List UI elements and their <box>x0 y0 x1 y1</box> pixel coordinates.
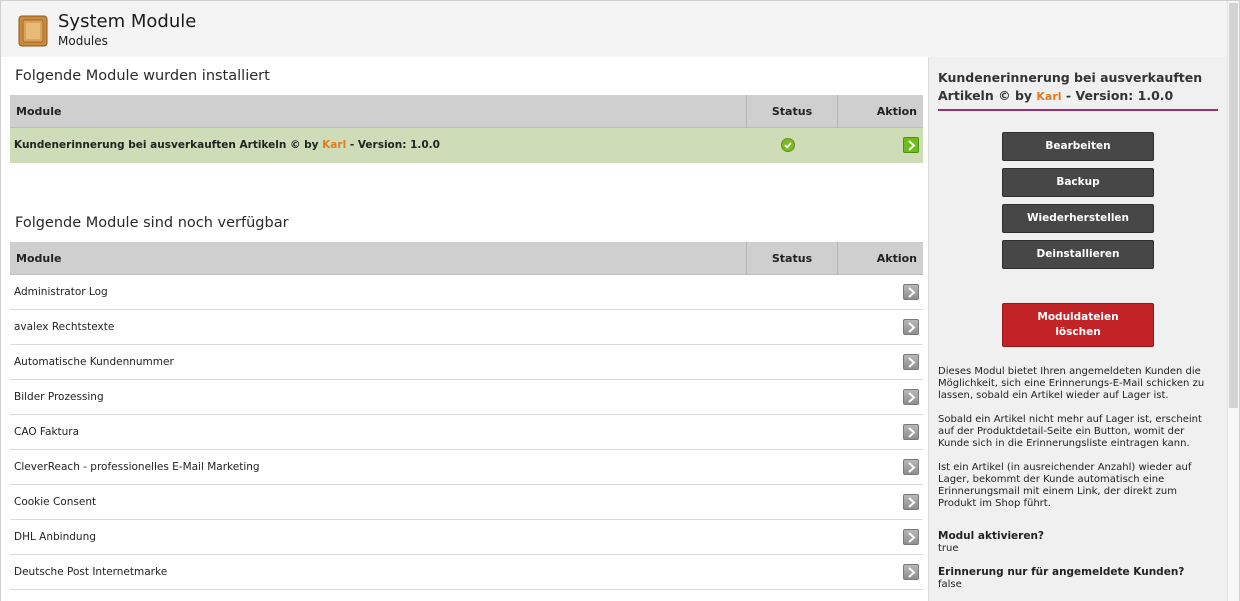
chevron-right-icon[interactable] <box>903 424 919 440</box>
setting-activate-value: true <box>938 543 959 554</box>
module-name: avalex Rechtstexte <box>14 321 115 333</box>
setting-activate-label: Modul aktivieren? <box>938 530 1045 542</box>
module-name: Automatische Kundennummer <box>14 356 174 368</box>
chevron-right-icon[interactable] <box>903 564 919 580</box>
chevron-right-icon[interactable] <box>903 319 919 335</box>
available-heading: Folgende Module sind noch verfügbar <box>15 215 289 231</box>
module-title: Kundenerinnerung bei ausverkauften Artik… <box>14 139 319 151</box>
table-row[interactable]: Automatische Kundennummer <box>10 345 923 380</box>
table-row-active[interactable]: Kundenerinnerung bei ausverkauften Artik… <box>10 128 923 163</box>
chevron-right-icon[interactable] <box>903 354 919 370</box>
module-version: - Version: 1.0.0 <box>349 139 440 151</box>
restore-button[interactable]: Wiederherstellen <box>1002 204 1154 233</box>
module-name: Kundenerinnerung bei ausverkauften Artik… <box>14 128 440 163</box>
detail-version: - Version: 1.0.0 <box>1065 88 1174 103</box>
chevron-right-icon[interactable] <box>903 389 919 405</box>
table-row[interactable]: Deutsche Post Internetmarke <box>10 555 923 590</box>
delete-button-line2: löschen <box>1055 326 1101 338</box>
module-name: Cookie Consent <box>14 496 97 508</box>
detail-title: Kundenerinnerung bei ausverkauften Artik… <box>938 69 1218 106</box>
column-module: Module <box>16 252 62 265</box>
module-name: CleverReach - professionelles E-Mail Mar… <box>14 461 260 473</box>
column-status: Status <box>746 242 837 275</box>
installed-heading: Folgende Module wurden installiert <box>15 68 270 84</box>
module-author: Karl <box>322 139 347 151</box>
delete-module-files-button[interactable]: Moduldateien löschen <box>1002 303 1154 347</box>
chevron-right-icon[interactable] <box>903 459 919 475</box>
installed-table: Module Status Aktion Kundenerinnerung be… <box>10 95 923 163</box>
table-row[interactable]: Administrator Log <box>10 275 923 310</box>
module-name: Bilder Prozessing <box>14 391 104 403</box>
table-row[interactable]: CleverReach - professionelles E-Mail Mar… <box>10 450 923 485</box>
setting-logged-in-value: false <box>938 579 962 590</box>
backup-button[interactable]: Backup <box>1002 168 1154 197</box>
module-name: Deutsche Post Internetmarke <box>14 566 168 578</box>
chevron-right-icon[interactable] <box>903 529 919 545</box>
table-row[interactable]: Bilder Prozessing <box>10 380 923 415</box>
main-content: Folgende Module wurden installiert Modul… <box>1 57 927 601</box>
column-aktion: Aktion <box>837 95 923 128</box>
page-title: System Module <box>58 11 197 32</box>
table-row[interactable]: avalex Rechtstexte <box>10 310 923 345</box>
table-header: Module Status Aktion <box>10 95 923 128</box>
available-table: Module Status Aktion Administrator Log av… <box>10 242 923 590</box>
setting-logged-in-label: Erinnerung nur für angemeldete Kunden? <box>938 566 1185 578</box>
column-aktion: Aktion <box>837 242 923 275</box>
module-name: CAO Faktura <box>14 426 80 438</box>
delete-button-line1: Moduldateien <box>1037 311 1119 323</box>
table-row[interactable]: DHL Anbindung <box>10 520 923 555</box>
scrollbar[interactable] <box>1227 1 1239 601</box>
chevron-right-icon[interactable] <box>903 284 919 300</box>
module-detail-panel: Kundenerinnerung bei ausverkauften Artik… <box>928 57 1227 601</box>
status-check-icon <box>781 138 795 152</box>
module-name: DHL Anbindung <box>14 531 96 543</box>
uninstall-button[interactable]: Deinstallieren <box>1002 240 1154 269</box>
box-icon <box>18 15 48 47</box>
table-row[interactable]: Cookie Consent <box>10 485 923 520</box>
divider <box>938 109 1218 111</box>
table-header: Module Status Aktion <box>10 242 923 275</box>
table-row[interactable]: CAO Faktura <box>10 415 923 450</box>
available-rows: Administrator Log avalex Rechtstexte Autom… <box>10 275 923 590</box>
page-subtitle: Modules <box>58 34 108 48</box>
chevron-right-icon[interactable] <box>903 494 919 510</box>
description-para-3: Ist ein Artikel (in ausreichender Anzahl… <box>938 462 1192 509</box>
column-module: Module <box>16 105 62 118</box>
column-status: Status <box>746 95 837 128</box>
chevron-right-icon[interactable] <box>903 137 919 153</box>
scrollbar-thumb[interactable] <box>1229 3 1238 408</box>
module-name: Administrator Log <box>14 286 108 298</box>
description-para-2: Sobald ein Artikel nicht mehr auf Lager … <box>938 414 1202 449</box>
description-para-1: Dieses Modul bietet Ihren angemeldeten K… <box>938 366 1205 401</box>
page-header: System Module Modules <box>1 1 1227 57</box>
edit-button[interactable]: Bearbeiten <box>1002 132 1154 161</box>
detail-author: Karl <box>1036 90 1062 103</box>
